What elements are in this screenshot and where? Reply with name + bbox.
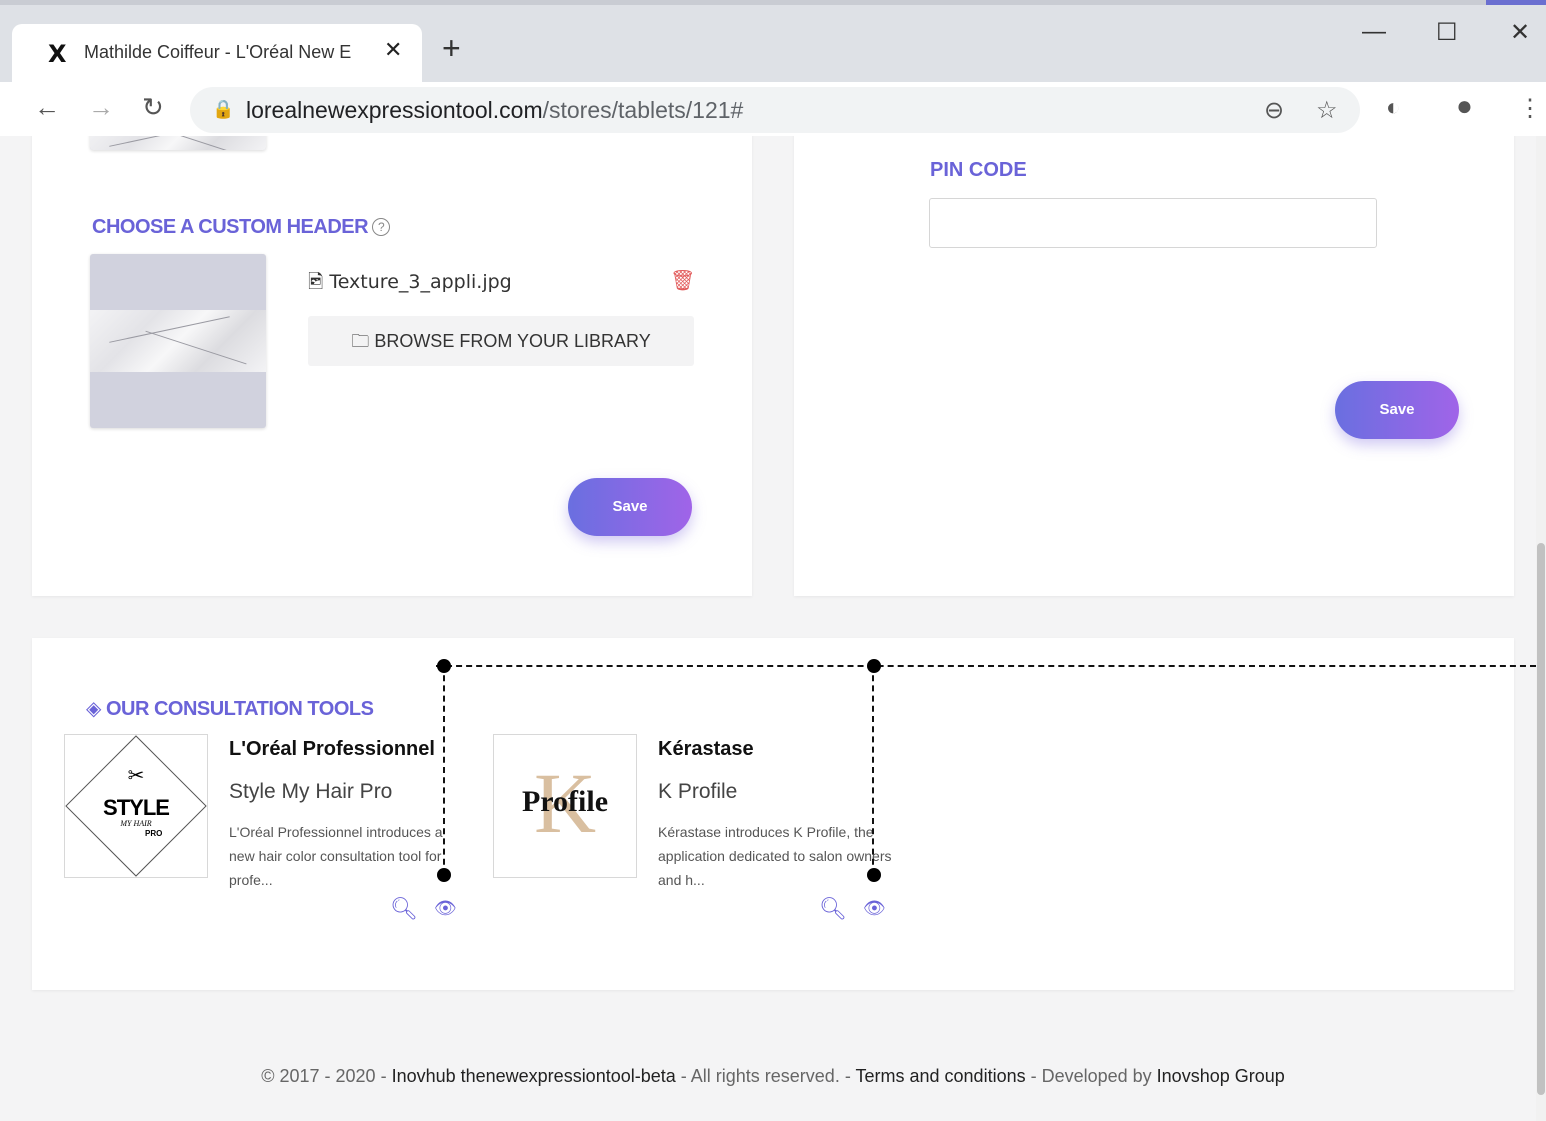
extension-icon[interactable]: ◐	[1386, 94, 1401, 122]
close-icon[interactable]: ✕	[384, 37, 402, 63]
previous-image-thumbnail	[90, 136, 266, 150]
custom-header-title: CHOOSE A CUSTOM HEADER?	[92, 216, 391, 239]
annotation-line	[436, 665, 1536, 667]
footer-developed: - Developed by	[1025, 1066, 1157, 1086]
browser-toolbar: ← → ↻ 🔒 lorealnewexpressiontool.com/stor…	[0, 82, 1546, 136]
address-bar[interactable]: 🔒 lorealnewexpressiontool.com/stores/tab…	[190, 87, 1360, 133]
annotation-dot	[437, 868, 451, 882]
annotation-line	[872, 665, 874, 875]
menu-icon[interactable]: ⋮	[1518, 94, 1542, 123]
zoom-icon[interactable]: ⊖	[1264, 96, 1284, 125]
tool-name: K Profile	[658, 780, 738, 803]
logo-text: STYLE	[103, 795, 170, 820]
style-my-hair-logo[interactable]: ✂ STYLE MY HAIR PRO	[64, 734, 208, 878]
eye-icon[interactable]: 👁︎	[434, 898, 457, 919]
back-icon[interactable]: ←	[34, 92, 60, 123]
scrollbar[interactable]	[1536, 136, 1546, 1121]
annotation-dot	[867, 868, 881, 882]
favicon-icon: X	[48, 40, 67, 68]
tool-description: L'Oréal Professionnel introduces a new h…	[229, 824, 443, 888]
pin-card: PIN CODE Save	[794, 136, 1514, 596]
footer-brand-link[interactable]: Inovhub thenewexpressiontool-beta	[392, 1066, 676, 1086]
chrome-accent	[1486, 0, 1546, 5]
logo-subtext: MY HAIR	[120, 819, 152, 828]
scissors-icon: ✂	[127, 765, 145, 787]
tool-brand: Kérastase	[658, 738, 754, 760]
footer-copyright: © 2017 - 2020 -	[261, 1066, 392, 1086]
lock-icon: 🔒	[212, 99, 235, 119]
chrome-top-border	[0, 0, 1546, 5]
search-icon[interactable]: 🔍︎	[819, 896, 847, 922]
help-icon[interactable]: ?	[372, 218, 391, 236]
developer-link[interactable]: Inovshop Group	[1157, 1066, 1285, 1086]
pin-code-input[interactable]	[929, 198, 1377, 248]
pin-code-label: PIN CODE	[930, 159, 1027, 181]
footer: © 2017 - 2020 - Inovhub thenewexpression…	[10, 1066, 1536, 1087]
pin-save-button[interactable]: Save	[1335, 381, 1459, 439]
footer-rights: - All rights reserved. -	[675, 1066, 856, 1086]
browse-library-button[interactable]: 🗀 BROWSE FROM YOUR LIBRARY	[308, 316, 694, 366]
k-profile-logo[interactable]: K Profile	[493, 734, 637, 878]
header-settings-card: CHOOSE A CUSTOM HEADER? 🖻 Texture_3_appl…	[32, 136, 752, 596]
tool-name: Style My Hair Pro	[229, 780, 393, 803]
file-name: 🖻 Texture_3_appli.jpg	[308, 271, 512, 293]
forward-icon[interactable]: →	[88, 92, 114, 123]
consultation-tools-title: ◈ OUR CONSULTATION TOOLS	[86, 698, 374, 720]
star-icon[interactable]: ☆	[1316, 96, 1338, 125]
browser-tab[interactable]: X Mathilde Coiffeur - L'Oréal New E ✕	[12, 24, 422, 82]
annotation-line	[443, 665, 445, 875]
eye-icon[interactable]: 👁︎	[863, 898, 886, 919]
page-content: CHOOSE A CUSTOM HEADER? 🖻 Texture_3_appl…	[10, 136, 1536, 1121]
terms-link[interactable]: Terms and conditions	[856, 1066, 1026, 1086]
minimize-icon[interactable]: —	[1362, 18, 1386, 46]
consultation-tools-card: ◈ OUR CONSULTATION TOOLS ✂ STYLE MY HAIR…	[32, 638, 1514, 990]
tab-title: Mathilde Coiffeur - L'Oréal New E	[84, 42, 352, 62]
layers-icon: ◈	[86, 698, 101, 720]
logo-tag: PRO	[145, 829, 163, 838]
search-icon[interactable]: 🔍︎	[390, 896, 418, 922]
annotation-dot	[867, 659, 881, 673]
image-file-icon: 🖻	[308, 271, 324, 293]
maximize-icon[interactable]: ☐	[1436, 18, 1458, 47]
url-text: lorealnewexpressiontool.com/stores/table…	[246, 97, 744, 123]
scrollbar-thumb[interactable]	[1537, 543, 1545, 1095]
trash-icon[interactable]: 🗑	[670, 268, 695, 293]
folder-search-icon: 🗀	[351, 331, 370, 351]
profile-icon[interactable]: ●	[1456, 90, 1473, 122]
tool-brand: L'Oréal Professionnel	[229, 738, 435, 760]
new-tab-button[interactable]: +	[442, 30, 461, 67]
save-button[interactable]: Save	[568, 478, 692, 536]
tool-description: Kérastase introduces K Profile, the appl…	[658, 824, 892, 888]
reload-icon[interactable]: ↻	[142, 92, 164, 123]
browser-chrome: X Mathilde Coiffeur - L'Oréal New E ✕ + …	[0, 0, 1546, 136]
header-image-thumbnail	[90, 254, 266, 428]
logo-text: Profile	[521, 785, 609, 818]
window-close-icon[interactable]: ✕	[1510, 18, 1530, 47]
annotation-dot	[437, 659, 451, 673]
